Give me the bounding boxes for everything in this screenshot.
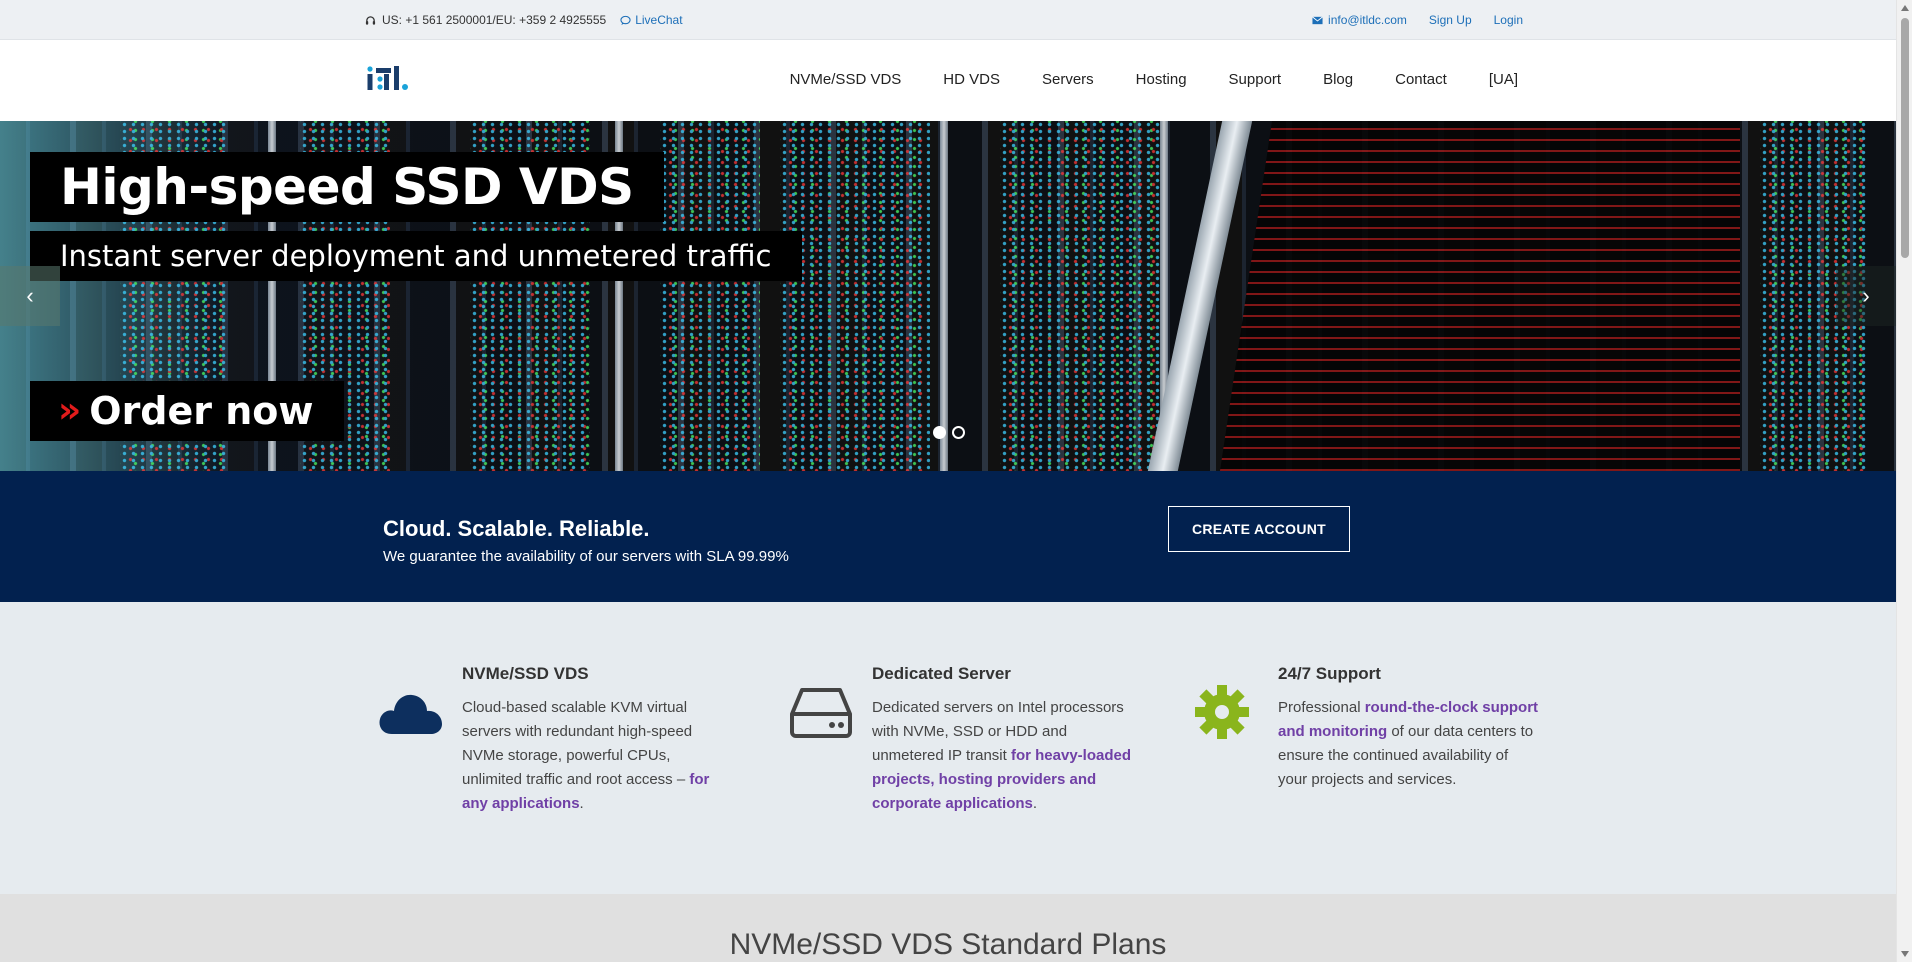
create-account-button[interactable]: CREATE ACCOUNT [1168, 506, 1350, 552]
scrollbar-thumb[interactable] [1901, 18, 1909, 258]
slider-prev-button[interactable]: ‹ [0, 266, 60, 326]
email-link[interactable]: info@itldc.com [1312, 13, 1407, 27]
feature-text: Cloud-based scalable KVM virtual servers… [462, 699, 693, 788]
scroll-up-icon[interactable] [1901, 5, 1909, 11]
promo-title: Cloud. Scalable. Reliable. [383, 516, 650, 541]
slider-dots [933, 426, 965, 439]
server-rack-image [1000, 121, 1160, 471]
nav-hosting[interactable]: Hosting [1136, 71, 1187, 88]
nav-servers[interactable]: Servers [1042, 71, 1094, 88]
rack-pillar [940, 121, 948, 471]
main-nav: NVMe/SSD VDS HD VDS Servers Hosting Supp… [790, 71, 1518, 88]
hero-title: High-speed SSD VDS [30, 152, 664, 222]
nav-support[interactable]: Support [1229, 71, 1282, 88]
email-label: info@itldc.com [1328, 13, 1407, 27]
headset-icon [365, 15, 376, 25]
phone-numbers: US: +1 561 2500001/EU: +359 2 4925555 [382, 13, 607, 27]
server-rack-image [780, 121, 930, 471]
promo-band: Cloud. Scalable. Reliable. We guarantee … [0, 471, 1896, 602]
feature-description: Professional round-the-clock support and… [1278, 696, 1540, 792]
order-now-label: Order now [89, 389, 314, 433]
slider-dot-1[interactable] [933, 426, 946, 439]
login-link[interactable]: Login [1494, 13, 1523, 27]
nav-hd-vds[interactable]: HD VDS [943, 71, 1000, 88]
feature-text-end: . [579, 795, 584, 812]
feature-text: Professional [1278, 699, 1365, 716]
plans-section: NVMe/SSD VDS Standard Plans [0, 894, 1896, 962]
hdd-icon [790, 688, 852, 738]
page-scrollbar[interactable] [1896, 0, 1912, 962]
double-chevron-icon: » [58, 390, 81, 431]
envelope-icon [1312, 15, 1323, 24]
features-section: NVMe/SSD VDS Cloud-based scalable KVM vi… [0, 602, 1896, 894]
nav-blog[interactable]: Blog [1323, 71, 1353, 88]
account-links: info@itldc.com Sign Up Login [1312, 13, 1523, 27]
hero-slider: High-speed SSD VDS Instant server deploy… [0, 121, 1896, 471]
feature-description: Dedicated servers on Intel processors wi… [872, 696, 1134, 816]
nav-language-ua[interactable]: [UA] [1489, 71, 1518, 88]
promo-subtitle: We guarantee the availability of our ser… [383, 548, 789, 565]
order-now-button[interactable]: » Order now [30, 381, 344, 441]
feature-title: NVMe/SSD VDS [462, 664, 589, 683]
chevron-right-icon: › [1862, 283, 1870, 308]
nav-nvme-ssd-vds[interactable]: NVMe/SSD VDS [790, 71, 902, 88]
gear-icon [1195, 685, 1249, 739]
cloud-icon [379, 694, 442, 734]
site-header: NVMe/SSD VDS HD VDS Servers Hosting Supp… [0, 40, 1896, 121]
itl-logo[interactable] [367, 64, 411, 92]
hero-subtitle: Instant server deployment and unmetered … [30, 231, 802, 281]
chat-icon [620, 15, 631, 25]
top-bar: US: +1 561 2500001/EU: +359 2 4925555 Li… [0, 0, 1896, 40]
feature-description: Cloud-based scalable KVM virtual servers… [462, 696, 724, 816]
signup-link[interactable]: Sign Up [1429, 13, 1472, 27]
slider-next-button[interactable]: › [1836, 266, 1896, 326]
nav-contact[interactable]: Contact [1395, 71, 1447, 88]
feature-title: Dedicated Server [872, 664, 1011, 683]
livechat-link[interactable]: LiveChat [620, 13, 683, 27]
feature-title: 24/7 Support [1278, 664, 1381, 683]
chevron-left-icon: ‹ [26, 283, 34, 308]
plans-title: NVMe/SSD VDS Standard Plans [729, 928, 1167, 961]
contact-info: US: +1 561 2500001/EU: +359 2 4925555 Li… [365, 13, 683, 27]
monitor-screen [1220, 121, 1740, 471]
server-rack-image [660, 121, 760, 471]
slider-dot-2[interactable] [952, 426, 965, 439]
feature-text-end: . [1032, 795, 1038, 812]
livechat-label: LiveChat [635, 13, 683, 27]
scroll-down-icon[interactable] [1901, 951, 1909, 957]
